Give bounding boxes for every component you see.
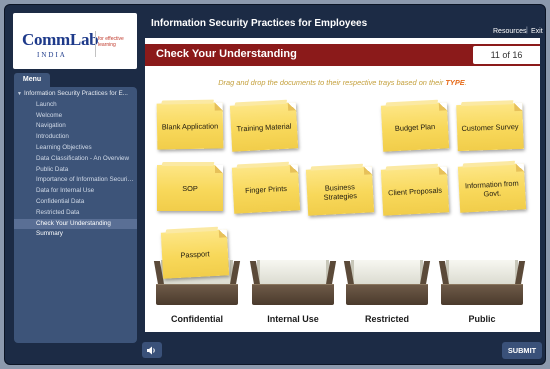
menu-item-welcome[interactable]: Welcome xyxy=(14,111,137,122)
note-label: Finger Prints xyxy=(244,184,288,196)
menu-item-confidential-data[interactable]: Confidential Data xyxy=(14,197,137,208)
document-note-training-material[interactable]: Training Material xyxy=(229,102,299,152)
logo-divider xyxy=(95,31,96,57)
menu-item-importance[interactable]: Importance of Information Securit... xyxy=(14,175,137,186)
menu-item-label: Information Security Practices for E... xyxy=(23,90,128,97)
note-label: Passport xyxy=(180,249,210,261)
menu-tab[interactable]: Menu xyxy=(14,73,50,87)
instruction-prefix: Drag and drop the documents to their res… xyxy=(218,78,446,87)
note-label: Business Strategies xyxy=(323,182,358,202)
tray-label-public: Public xyxy=(468,314,496,324)
logo-tagline: for effective learning xyxy=(98,36,124,48)
menu-item-data-classification[interactable]: Data Classification - An Overview xyxy=(14,154,137,165)
commlab-logo: CommLab INDIA for effective learning xyxy=(13,13,137,69)
menu-item-summary[interactable]: Summary xyxy=(14,229,137,240)
tray-front xyxy=(252,284,334,305)
header-separator: | xyxy=(526,27,528,34)
submit-button[interactable]: SUBMIT xyxy=(502,342,542,359)
exit-link[interactable]: Exit xyxy=(531,28,543,35)
caret-down-icon: ▼ xyxy=(17,91,22,97)
document-note-information-from-govt[interactable]: Information from Govt. xyxy=(457,163,527,213)
menu-item-course-root[interactable]: ▼ Information Security Practices for E... xyxy=(14,89,137,100)
menu-item-introduction[interactable]: Introduction xyxy=(14,132,137,143)
note-label: Training Material xyxy=(236,121,292,134)
note-label: SOP xyxy=(182,184,198,194)
page-counter: 11 of 16 xyxy=(473,46,540,64)
document-note-finger-prints[interactable]: Finger Prints xyxy=(231,164,301,214)
document-note-passport[interactable]: Passport xyxy=(160,229,230,279)
page-title: Check Your Understanding xyxy=(156,48,297,60)
menu-item-check-understanding[interactable]: Check Your Understanding xyxy=(14,218,137,230)
content-area: Check Your Understanding 11 of 16 Drag a… xyxy=(145,38,540,332)
tray-front xyxy=(156,284,238,305)
tray-front xyxy=(441,284,523,305)
document-note-budget-plan[interactable]: Budget Plan xyxy=(380,102,450,152)
tray-label-restricted: Restricted xyxy=(364,314,409,324)
course-title: Information Security Practices for Emplo… xyxy=(151,18,368,29)
note-label: Client Proposals xyxy=(387,185,443,198)
tray-label-internal-use: Internal Use xyxy=(267,314,319,324)
tray-back xyxy=(446,260,518,284)
tray-public[interactable] xyxy=(438,260,526,305)
menu-panel: ▼ Information Security Practices for E...… xyxy=(14,87,137,343)
menu-item-navigation[interactable]: Navigation xyxy=(14,121,137,132)
tray-internal-use[interactable] xyxy=(249,260,337,305)
note-label: Information from Govt. xyxy=(464,178,519,198)
note-label: Budget Plan xyxy=(394,122,436,134)
note-label: Blank Application xyxy=(161,121,219,132)
speaker-icon xyxy=(147,346,155,354)
logo-brand-sub: INDIA xyxy=(37,51,67,59)
audio-toggle-button[interactable] xyxy=(142,342,162,358)
note-label: Customer Survey xyxy=(461,122,519,134)
menu-list: ▼ Information Security Practices for E...… xyxy=(14,87,137,240)
instruction-text: Drag and drop the documents to their res… xyxy=(145,78,540,87)
tray-restricted[interactable] xyxy=(343,260,431,305)
resources-link[interactable]: Resources xyxy=(493,28,526,35)
menu-item-public-data[interactable]: Public Data xyxy=(14,165,137,176)
menu-item-learning-objectives[interactable]: Learning Objectives xyxy=(14,143,137,154)
tray-front xyxy=(346,284,428,305)
logo-brand: CommLab xyxy=(22,30,99,49)
tray-label-confidential: Confidential xyxy=(171,314,223,324)
document-note-sop[interactable]: SOP xyxy=(157,165,223,211)
menu-item-restricted-data[interactable]: Restricted Data xyxy=(14,208,137,219)
menu-item-launch[interactable]: Launch xyxy=(14,100,137,111)
tray-back xyxy=(257,260,329,284)
document-note-client-proposals[interactable]: Client Proposals xyxy=(380,166,450,216)
tray-back xyxy=(351,260,423,284)
document-note-blank-application[interactable]: Blank Application xyxy=(156,102,224,150)
title-banner: Check Your Understanding 11 of 16 xyxy=(145,44,540,66)
document-note-business-strategies[interactable]: Business Strategies xyxy=(305,166,375,216)
menu-item-internal-use[interactable]: Data for Internal Use xyxy=(14,186,137,197)
instruction-keyword: TYPE xyxy=(445,78,465,87)
document-note-customer-survey[interactable]: Customer Survey xyxy=(456,102,524,152)
instruction-suffix: . xyxy=(464,78,467,87)
